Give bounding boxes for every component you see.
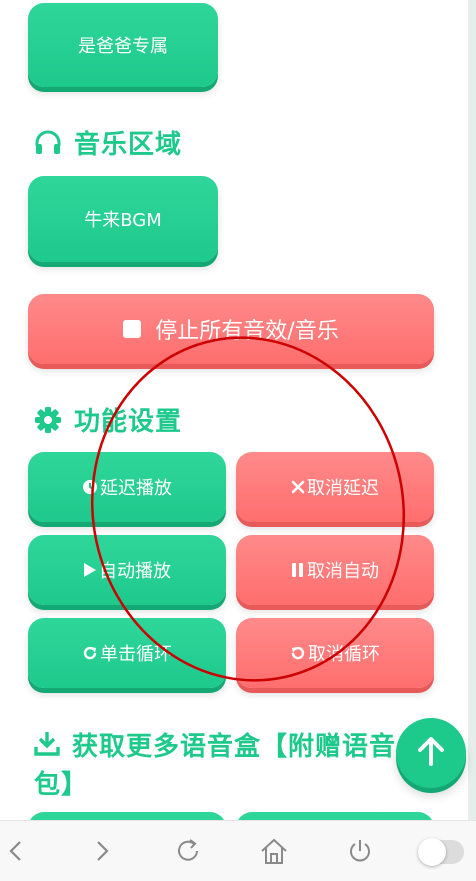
cancel-delay-button[interactable]: 取消延迟 xyxy=(236,452,434,522)
stop-square-icon xyxy=(123,320,142,338)
toggle-knob xyxy=(418,838,446,866)
bgm-button[interactable]: 牛来BGM xyxy=(28,176,218,262)
back-button[interactable] xyxy=(0,835,32,867)
settings-section-title: 功能设置 xyxy=(34,401,182,438)
music-section-label: 音乐区域 xyxy=(74,130,183,160)
scroll-to-top-button[interactable] xyxy=(396,718,466,788)
dad-exclusive-button[interactable]: 是爸爸专属 xyxy=(28,3,218,87)
chevron-left-icon xyxy=(9,841,21,861)
power-button[interactable] xyxy=(344,835,376,867)
power-icon xyxy=(350,840,370,862)
undo-icon xyxy=(290,645,306,661)
home-button[interactable] xyxy=(258,835,290,867)
stop-all-button[interactable]: 停止所有音效/音乐 xyxy=(28,294,434,364)
theme-toggle[interactable] xyxy=(418,838,464,866)
page-content: 是爸爸专属 音乐区域 牛来BGM 停止所有音效/音乐 功能设置 延迟播放 取消延… xyxy=(0,0,476,820)
delay-play-button[interactable]: 延迟播放 xyxy=(28,452,226,522)
close-icon xyxy=(291,480,305,494)
music-section-title: 音乐区域 xyxy=(34,124,182,161)
clock-icon xyxy=(82,479,98,495)
download-icon xyxy=(34,730,60,756)
headphones-icon xyxy=(34,130,62,156)
gear-icon xyxy=(34,406,62,434)
cancel-auto-button[interactable]: 取消自动 xyxy=(236,535,434,605)
auto-play-label: 自动播放 xyxy=(99,561,171,582)
cancel-loop-button[interactable]: 取消循环 xyxy=(236,618,434,688)
chevron-right-icon xyxy=(97,841,109,861)
cancel-delay-label: 取消延迟 xyxy=(307,478,379,499)
bgm-label: 牛来BGM xyxy=(84,210,162,231)
delay-play-label: 延迟播放 xyxy=(100,478,172,499)
auto-play-button[interactable]: 自动播放 xyxy=(28,535,226,605)
more-section-title-continued: 包】 xyxy=(34,764,88,801)
more-section-label-line1: 获取更多语音盒【附赠语音 xyxy=(72,732,397,762)
pause-icon xyxy=(291,562,305,578)
more-section-label-line2: 包】 xyxy=(34,770,89,800)
dad-exclusive-label: 是爸爸专属 xyxy=(78,36,168,57)
more-section-title: 获取更多语音盒【附赠语音 xyxy=(34,726,396,763)
home-icon xyxy=(261,838,287,864)
refresh-icon xyxy=(178,839,198,861)
settings-section-label: 功能设置 xyxy=(74,407,183,437)
forward-button[interactable] xyxy=(86,835,118,867)
single-loop-button[interactable]: 单击循环 xyxy=(28,618,226,688)
redo-icon xyxy=(82,645,98,661)
stop-all-label: 停止所有音效/音乐 xyxy=(155,319,339,344)
arrow-up-icon xyxy=(417,736,445,770)
refresh-button[interactable] xyxy=(172,835,204,867)
cancel-loop-label: 取消循环 xyxy=(308,644,380,665)
cancel-auto-label: 取消自动 xyxy=(307,561,379,582)
browser-toolbar xyxy=(0,820,476,881)
single-loop-label: 单击循环 xyxy=(100,644,172,665)
play-icon xyxy=(83,562,97,578)
scroll-edge xyxy=(468,0,476,820)
next-row-left-button[interactable] xyxy=(28,812,226,820)
next-row-right-button[interactable] xyxy=(236,812,434,820)
